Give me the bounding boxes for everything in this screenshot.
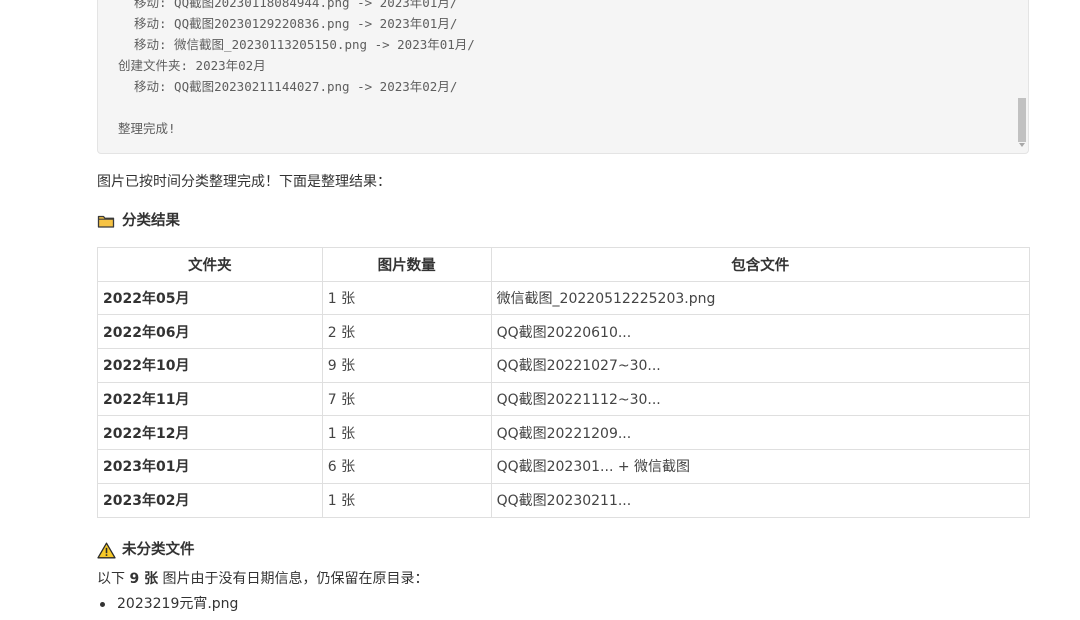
scroll-down-icon[interactable] [1019,143,1025,147]
classification-table: 文件夹 图片数量 包含文件 2022年05月 1 张微信截图_2022051222… [97,247,1031,518]
terminal-line: 整理完成! [118,121,176,136]
classified-heading: 分类结果 [97,211,180,231]
note-prefix: 以下 [97,571,130,587]
table-row: 2022年11月 7 张 QQ截图20221112~30... [97,381,1031,417]
note-suffix: 图片由于没有日期信息，仍保留在原目录： [158,571,429,587]
image-count-cell: 2 张 [321,314,492,350]
table-row: 2022年10月 9 张 QQ截图20221027~30... [97,348,1031,383]
classified-heading-label: 分类结果 [122,213,180,229]
folder-name-cell: 2022年10月 [97,348,323,383]
table-row: 2023年01月 6 张 QQ截图202301... + 微信截图 [97,449,1031,484]
bullet-icon [100,601,105,607]
column-header-count: 图片数量 [321,247,492,282]
column-header-files: 包含文件 [490,247,1031,282]
table-row: 2023年02月 1 张 QQ截图20230211... [97,482,1031,518]
file-list-cell: QQ截图20220610... [490,314,1031,350]
unclassified-note: 以下 9 张 图片由于没有日期信息，仍保留在原目录： [97,569,429,589]
file-list-cell: QQ截图20221209... [490,415,1031,451]
list-item: 2023219元宵.png [100,594,238,614]
folder-name-cell: 2023年02月 [97,482,323,518]
folder-name-cell: 2022年05月 [97,280,323,316]
image-count-cell: 1 张 [321,415,492,451]
terminal-line: 移动: 微信截图_20230113205150.png -> 2023年01月/ [134,37,475,52]
image-count-cell: 6 张 [321,449,492,484]
table-row: 2022年05月 1 张微信截图_20220512225203.png [97,280,1031,316]
folder-name-cell: 2022年06月 [97,314,323,350]
table-header-row: 文件夹 图片数量 包含文件 [97,247,1031,282]
terminal-line: 创建文件夹: 2023年02月 [118,58,266,73]
image-count-cell: 9 张 [321,348,492,383]
list-item-label: 2023219元宵.png [117,596,239,612]
terminal-line: 移动: QQ截图20230118084944.png -> 2023年01月/ [134,0,458,10]
folder-name-cell: 2022年12月 [97,415,323,451]
image-count-cell: 7 张 [321,381,492,417]
terminal-line: 移动: QQ截图20230129220836.png -> 2023年01月/ [134,16,458,31]
summary-text: 图片已按时间分类整理完成！下面是整理结果： [97,174,391,190]
table-row: 2022年12月 1 张 QQ截图20221209... [97,415,1031,451]
image-count-cell: 1 张 [321,482,492,518]
file-list-cell: QQ截图20221112~30... [490,381,1031,417]
unclassified-heading: 未分类文件 [97,540,195,560]
file-list-cell: QQ截图20230211... [490,482,1031,518]
unclassified-file-list: 2023219元宵.png [100,594,238,614]
scrollbar-thumb[interactable] [1018,98,1026,142]
file-list-cell: QQ截图202301... + 微信截图 [490,449,1031,484]
unclassified-heading-label: 未分类文件 [122,542,195,558]
column-header-folder: 文件夹 [97,247,323,282]
note-count: 9 张 [129,571,159,587]
file-list-cell: QQ截图20221027~30... [490,348,1031,383]
terminal-line: 移动: QQ截图20230211144027.png -> 2023年02月/ [134,79,458,94]
image-count-cell: 1 张 [321,280,492,316]
folder-name-cell: 2023年01月 [97,449,323,484]
folder-name-cell: 2022年11月 [97,381,323,417]
table-row: 2022年06月 2 张 QQ截图20220610... [97,314,1031,350]
file-list-cell: 微信截图_20220512225203.png [490,280,1031,316]
chat-response: 移动: QQ截图20230118084944.png -> 2023年01月/移… [0,0,1080,620]
folder-icon [97,213,116,229]
warning-icon [97,542,116,559]
terminal-output[interactable]: 移动: QQ截图20230118084944.png -> 2023年01月/移… [97,0,1029,154]
